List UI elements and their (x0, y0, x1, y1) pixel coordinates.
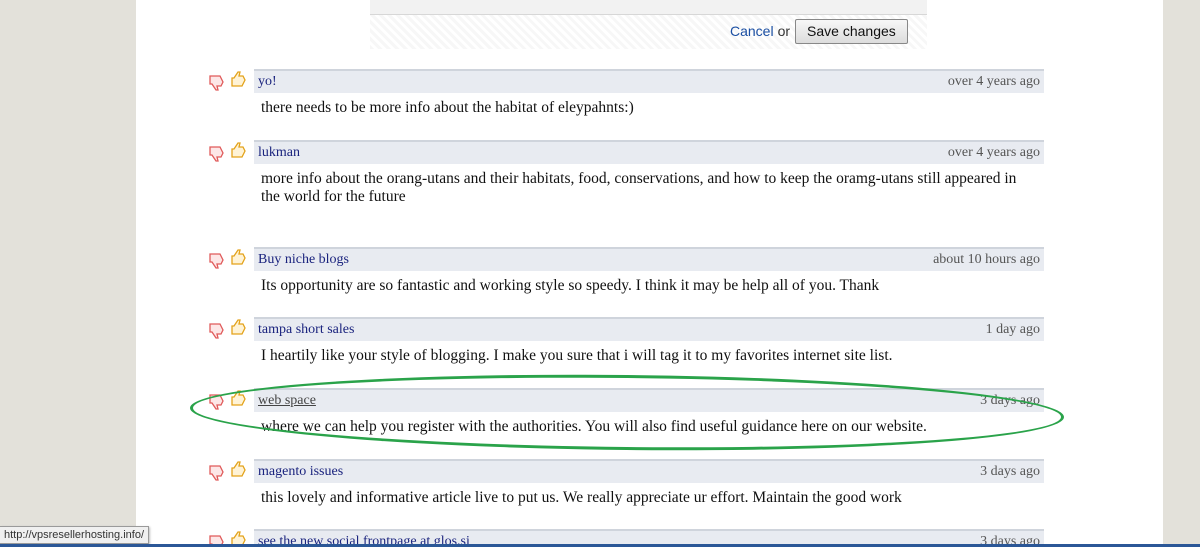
vote-controls (208, 142, 252, 162)
comment-meta: yo! over 4 years ago (254, 69, 1044, 93)
comment-meta: tampa short sales 1 day ago (254, 317, 1044, 341)
comment-body: Its opportunity are so fantastic and wor… (261, 277, 880, 294)
comment-item: yo! over 4 years ago there needs to be m… (208, 69, 1048, 119)
thumb-down-icon[interactable] (208, 252, 226, 270)
vote-controls (208, 319, 252, 339)
edit-actions: Cancel or Save changes (730, 18, 908, 44)
comment-author-link[interactable]: lukman (258, 145, 300, 161)
vote-controls (208, 249, 252, 269)
save-changes-button[interactable]: Save changes (795, 18, 908, 44)
comment-author-link[interactable]: tampa short sales (258, 322, 354, 338)
thumb-up-icon[interactable] (230, 248, 248, 266)
vote-controls (208, 461, 252, 481)
comment-meta: lukman over 4 years ago (254, 140, 1044, 164)
status-bar-url: http://vpsresellerhosting.info/ (0, 526, 150, 544)
comment-item: Buy niche blogs about 10 hours ago Its o… (208, 247, 1048, 297)
comment-body: there needs to be more info about the ha… (261, 99, 634, 116)
comment-meta: Buy niche blogs about 10 hours ago (254, 247, 1044, 271)
comment-body: this lovely and informative article live… (261, 489, 902, 506)
comment-editor-area[interactable] (370, 0, 927, 15)
comment-item: tampa short sales 1 day ago I heartily l… (208, 317, 1048, 367)
thumb-down-icon[interactable] (208, 74, 226, 92)
comment-timestamp: over 4 years ago (947, 145, 1040, 160)
thumb-down-icon[interactable] (208, 322, 226, 340)
content-page: Cancel or Save changes yo! over 4 years … (136, 0, 1163, 547)
thumb-up-icon[interactable] (230, 141, 248, 159)
comment-timestamp: over 4 years ago (947, 74, 1040, 89)
comment-timestamp: about 10 hours ago (933, 252, 1040, 267)
comment-body: where we can help you register with the … (261, 418, 927, 435)
comment-author-link[interactable]: Buy niche blogs (258, 252, 349, 268)
cancel-link[interactable]: Cancel (730, 23, 774, 39)
comment-author-link[interactable]: magento issues (258, 464, 343, 480)
comment-timestamp: 1 day ago (985, 322, 1040, 337)
thumb-up-icon[interactable] (230, 460, 248, 478)
comment-body: more info about the orang-utans and thei… (261, 170, 1017, 205)
comment-author-link[interactable]: yo! (258, 74, 277, 90)
vote-controls (208, 71, 252, 91)
thumb-up-icon[interactable] (230, 389, 248, 407)
comment-item: magento issues 3 days ago this lovely an… (208, 459, 1048, 509)
comment-author-link[interactable]: web space (258, 393, 316, 409)
thumb-down-icon[interactable] (208, 145, 226, 163)
thumb-down-icon[interactable] (208, 464, 226, 482)
comment-meta: web space 3 days ago (254, 388, 1044, 412)
comment-body: I heartily like your style of blogging. … (261, 347, 893, 364)
comment-item: lukman over 4 years ago more info about … (208, 140, 1048, 210)
thumb-down-icon[interactable] (208, 393, 226, 411)
comment-item-highlighted: web space 3 days ago where we can help y… (208, 388, 1048, 438)
vote-controls (208, 390, 252, 410)
thumb-up-icon[interactable] (230, 318, 248, 336)
or-text: or (777, 23, 791, 39)
comment-meta: magento issues 3 days ago (254, 459, 1044, 483)
comment-timestamp: 3 days ago (980, 393, 1040, 408)
thumb-up-icon[interactable] (230, 70, 248, 88)
comment-timestamp: 3 days ago (980, 464, 1040, 479)
